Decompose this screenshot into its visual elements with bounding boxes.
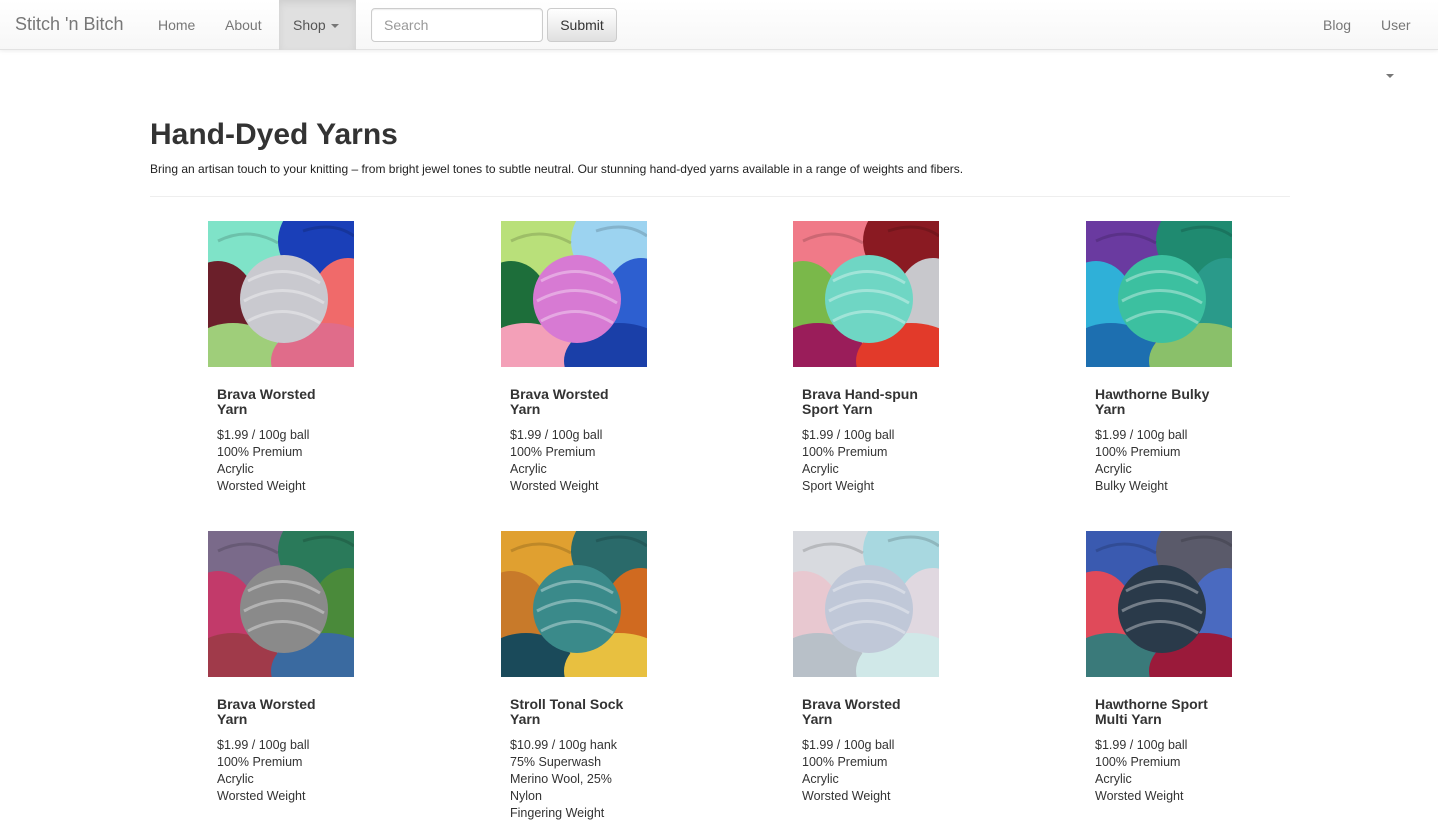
product-weight: Sport Weight	[802, 479, 875, 493]
product-image[interactable]	[501, 221, 647, 367]
product-fiber: 100% Premium Acrylic	[802, 445, 888, 476]
product-price: $1.99 / 100g ball	[1095, 428, 1188, 442]
product-weight: Worsted Weight	[802, 789, 891, 803]
product-fiber: 100% Premium Acrylic	[217, 755, 303, 786]
product-details: $1.99 / 100g ball 100% Premium Acrylic Wor…	[217, 427, 337, 495]
search-input[interactable]	[371, 8, 543, 42]
product-fiber: 100% Premium Acrylic	[1095, 755, 1181, 786]
brand-link[interactable]: Stitch 'n Bitch	[15, 14, 123, 35]
divider	[150, 196, 1290, 197]
product-weight: Worsted Weight	[1095, 789, 1184, 803]
nav-user-label: User	[1381, 17, 1411, 33]
product-fiber: 100% Premium Acrylic	[802, 755, 888, 786]
product-price: $1.99 / 100g ball	[1095, 738, 1188, 752]
product-name[interactable]: Stroll Tonal Sock Yarn	[510, 697, 630, 727]
caret-down-icon	[330, 24, 339, 29]
product-fiber: 100% Premium Acrylic	[1095, 445, 1181, 476]
page-title: Hand-Dyed Yarns	[150, 118, 398, 151]
product-price: $1.99 / 100g ball	[217, 428, 310, 442]
product-image[interactable]	[501, 531, 647, 677]
caret-down-icon	[1386, 74, 1394, 79]
product-details: $1.99 / 100g ball 100% Premium Acrylic Wor…	[217, 737, 337, 805]
product-weight: Worsted Weight	[217, 479, 306, 493]
product-details: $1.99 / 100g ball 100% Premium Acrylic Wor…	[1095, 737, 1215, 805]
product-image[interactable]	[793, 221, 939, 367]
product-weight: Bulky Weight	[1095, 479, 1168, 493]
product-fiber: 75% Superwash Merino Wool, 25% Nylon	[510, 755, 612, 803]
product-details: $1.99 / 100g ball 100% Premium Acrylic Bul…	[1095, 427, 1215, 495]
product-name[interactable]: Hawthorne Sport Multi Yarn	[1095, 697, 1215, 727]
product-price: $10.99 / 100g hank	[510, 738, 618, 752]
product-image[interactable]	[1086, 531, 1232, 677]
nav-shop-dropdown[interactable]: Shop	[279, 0, 356, 50]
product-name[interactable]: Brava Worsted Yarn	[217, 697, 337, 727]
product-image[interactable]	[793, 531, 939, 677]
product-name[interactable]: Brava Worsted Yarn	[802, 697, 922, 727]
nav-blog[interactable]: Blog	[1308, 0, 1366, 50]
top-navbar: Stitch 'n Bitch Home About Shop Submit B…	[0, 0, 1438, 79]
product-details: $1.99 / 100g ball 100% Premium Acrylic Wor…	[510, 427, 630, 495]
product-name[interactable]: Brava Worsted Yarn	[510, 387, 630, 417]
product-name[interactable]: Hawthorne Bulky Yarn	[1095, 387, 1215, 417]
nav-home[interactable]: Home	[143, 0, 210, 50]
product-image[interactable]	[208, 531, 354, 677]
product-price: $1.99 / 100g ball	[510, 428, 603, 442]
product-price: $1.99 / 100g ball	[802, 428, 895, 442]
product-fiber: 100% Premium Acrylic	[217, 445, 303, 476]
nav-user-dropdown[interactable]: User	[1366, 0, 1438, 79]
product-weight: Fingering Weight	[510, 806, 605, 820]
nav-about[interactable]: About	[210, 0, 277, 50]
product-image[interactable]	[1086, 221, 1232, 367]
product-fiber: 100% Premium Acrylic	[510, 445, 596, 476]
product-image[interactable]	[208, 221, 354, 367]
nav-shop-label: Shop	[293, 17, 326, 33]
product-weight: Worsted Weight	[217, 789, 306, 803]
product-details: $10.99 / 100g hank 75% Superwash Merino W…	[510, 737, 630, 822]
product-name[interactable]: Brava Hand-spun Sport Yarn	[802, 387, 922, 417]
page-lead: Bring an artisan touch to your knitting …	[150, 162, 964, 176]
product-price: $1.99 / 100g ball	[217, 738, 310, 752]
product-price: $1.99 / 100g ball	[802, 738, 895, 752]
product-details: $1.99 / 100g ball 100% Premium Acrylic Spo…	[802, 427, 922, 495]
product-details: $1.99 / 100g ball 100% Premium Acrylic Wor…	[802, 737, 922, 805]
submit-button[interactable]: Submit	[547, 8, 617, 42]
product-name[interactable]: Brava Worsted Yarn	[217, 387, 337, 417]
product-weight: Worsted Weight	[510, 479, 599, 493]
